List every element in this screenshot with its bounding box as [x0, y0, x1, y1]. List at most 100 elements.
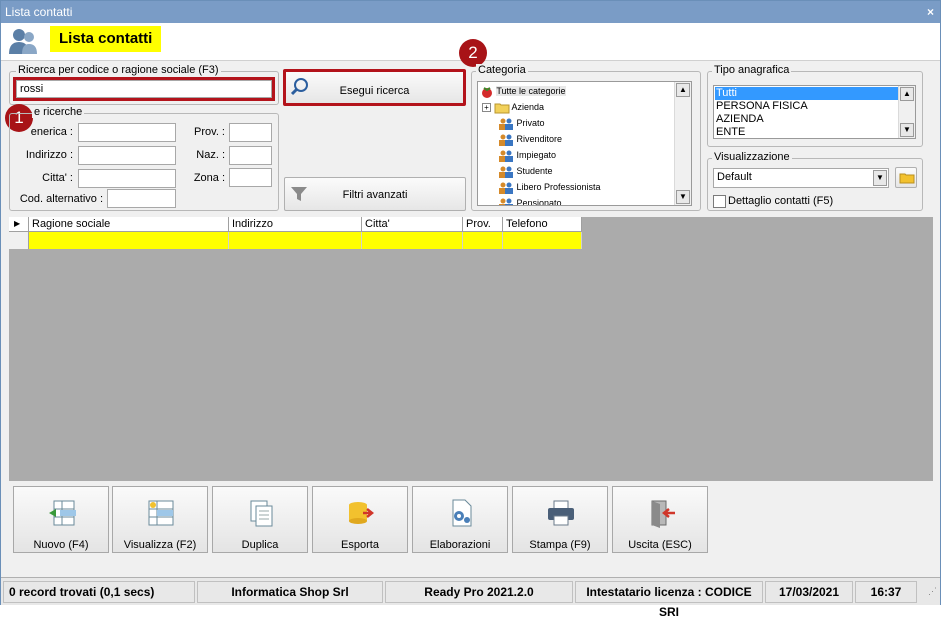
status-time: 16:37: [855, 581, 917, 603]
view-select[interactable]: Default ▼: [713, 168, 889, 188]
tree-item-studente[interactable]: Studente: [498, 163, 553, 179]
tree-item-label: Impiegato: [516, 150, 557, 160]
status-company: Informatica Shop Srl: [197, 581, 383, 603]
expand-icon[interactable]: +: [482, 103, 491, 113]
duplicate-icon: [250, 500, 273, 527]
category-scrollbar[interactable]: ▲ ▼: [674, 82, 691, 205]
scroll-down-icon[interactable]: ▼: [900, 123, 914, 137]
processing-button[interactable]: Elaborazioni: [412, 486, 508, 553]
prov-label: Prov. :: [194, 126, 225, 138]
tree-item-impiegato[interactable]: Impiegato: [498, 147, 556, 163]
table-cell[interactable]: [463, 232, 503, 249]
list-item-persona-fisica[interactable]: PERSONA FISICA: [715, 100, 808, 113]
column-header-indirizzo[interactable]: Indirizzo: [229, 217, 362, 232]
status-records: 0 record trovati (0,1 secs): [3, 581, 195, 603]
tree-item-azienda[interactable]: + Azienda: [482, 99, 544, 115]
tree-item-privato[interactable]: Privato: [498, 115, 545, 131]
print-button[interactable]: Stampa (F9): [512, 486, 608, 553]
naz-label: Naz. :: [196, 149, 225, 161]
results-grid[interactable]: ▶ Ragione sociale Indirizzo Citta' Prov.…: [9, 217, 933, 481]
cod-alt-field[interactable]: [107, 189, 176, 208]
prov-field[interactable]: [229, 123, 272, 142]
new-button[interactable]: Nuovo (F4): [13, 486, 109, 553]
cod-alt-label: Cod. alternativo :: [19, 193, 103, 205]
status-license: Intestatario licenza : CODICE SRI: [575, 581, 763, 619]
list-item-tutti[interactable]: Tutti: [715, 87, 899, 100]
naz-field[interactable]: [229, 146, 272, 165]
tipo-anagrafica-group-label: Tipo anagrafica: [712, 64, 792, 76]
search-input[interactable]: rossi: [16, 80, 272, 98]
folder-icon: [494, 103, 510, 114]
run-search-button[interactable]: Esegui ricerca: [283, 69, 466, 106]
category-group-label: Categoria: [476, 64, 528, 76]
export-button[interactable]: Esporta: [312, 486, 408, 553]
citta-field[interactable]: [78, 169, 176, 188]
view-select-value: Default: [717, 171, 752, 183]
generica-label: enerica :: [30, 126, 73, 138]
row-indicator[interactable]: [9, 232, 29, 249]
exit-button[interactable]: Uscita (ESC): [612, 486, 708, 553]
duplicate-button-label: Duplica: [241, 539, 279, 551]
view-button[interactable]: Visualizza (F2): [112, 486, 208, 553]
citta-label: Citta' :: [42, 172, 73, 184]
tree-item-libero-professionista[interactable]: Libero Professionista: [498, 179, 601, 195]
status-version: Ready Pro 2021.2.0: [385, 581, 573, 603]
table-cell[interactable]: [362, 232, 463, 249]
scroll-up-icon[interactable]: ▲: [900, 87, 914, 101]
zona-label: Zona :: [193, 172, 225, 184]
printer-icon: [548, 500, 574, 526]
indirizzo-field[interactable]: [78, 146, 176, 165]
list-item-ente[interactable]: ENTE: [715, 126, 745, 138]
table-cell[interactable]: [29, 232, 229, 249]
tree-item-label: Tutte le categorie: [496, 86, 566, 96]
tree-item-label: Azienda: [511, 102, 545, 112]
detail-checkbox[interactable]: [713, 195, 726, 208]
duplicate-button[interactable]: Duplica: [212, 486, 308, 553]
run-search-label: Esegui ricerca: [339, 85, 410, 97]
column-header-telefono[interactable]: Telefono: [503, 217, 582, 232]
tree-item-label: Rivenditore: [516, 134, 563, 144]
indirizzo-label: Indirizzo :: [25, 149, 73, 161]
people-icon: [499, 166, 513, 178]
tree-item-label: Privato: [516, 118, 545, 128]
tipo-scrollbar[interactable]: ▲ ▼: [898, 86, 915, 138]
tree-item-label: Libero Professionista: [516, 182, 601, 192]
table-cell[interactable]: [229, 232, 362, 249]
search-group-label: Ricerca per codice o ragione sociale (F3…: [16, 64, 221, 76]
open-folder-button[interactable]: [895, 167, 917, 188]
column-header-ragione-sociale[interactable]: Ragione sociale: [29, 217, 229, 232]
chevron-down-icon[interactable]: ▼: [873, 170, 887, 186]
processing-button-label: Elaborazioni: [429, 539, 491, 551]
view-record-icon: [148, 500, 174, 526]
exit-icon: [651, 500, 675, 528]
category-tree[interactable]: Tutte le categorie + Azienda Privato Riv…: [477, 81, 692, 206]
zona-field[interactable]: [229, 168, 272, 187]
print-button-label: Stampa (F9): [529, 539, 591, 551]
close-icon[interactable]: ×: [927, 1, 934, 23]
scroll-up-icon[interactable]: ▲: [676, 83, 690, 97]
list-item-azienda[interactable]: AZIENDA: [715, 113, 764, 126]
generica-field[interactable]: [78, 123, 176, 142]
tipo-anagrafica-list[interactable]: Tutti PERSONA FISICA AZIENDA ENTE ▲ ▼: [713, 85, 916, 139]
column-header-citta[interactable]: Citta': [362, 217, 463, 232]
people-icon: [499, 182, 513, 194]
resize-grip-icon[interactable]: ⋰: [928, 586, 937, 597]
tree-item-pensionato[interactable]: Pensionato: [498, 195, 562, 205]
other-search-group-label: e ricerche: [32, 106, 85, 118]
step-badge-2: 2: [459, 39, 487, 67]
row-indicator-header: ▶: [9, 217, 29, 232]
export-icon: [349, 502, 375, 524]
new-record-icon: [49, 500, 76, 526]
tree-item-rivenditore[interactable]: Rivenditore: [498, 131, 562, 147]
advanced-filters-button[interactable]: Filtri avanzati: [284, 177, 466, 211]
column-header-prov[interactable]: Prov.: [463, 217, 503, 232]
gear-document-icon: [452, 499, 472, 527]
tree-item-label: Studente: [516, 166, 553, 176]
title-bar: Lista contatti ×: [1, 1, 940, 23]
window-title: Lista contatti: [5, 5, 73, 19]
status-bar: 0 record trovati (0,1 secs) Informatica …: [1, 577, 940, 619]
tree-item-all[interactable]: Tutte le categorie: [480, 83, 566, 99]
table-cell[interactable]: [503, 232, 582, 249]
scroll-down-icon[interactable]: ▼: [676, 190, 690, 204]
people-icon: [499, 134, 513, 146]
